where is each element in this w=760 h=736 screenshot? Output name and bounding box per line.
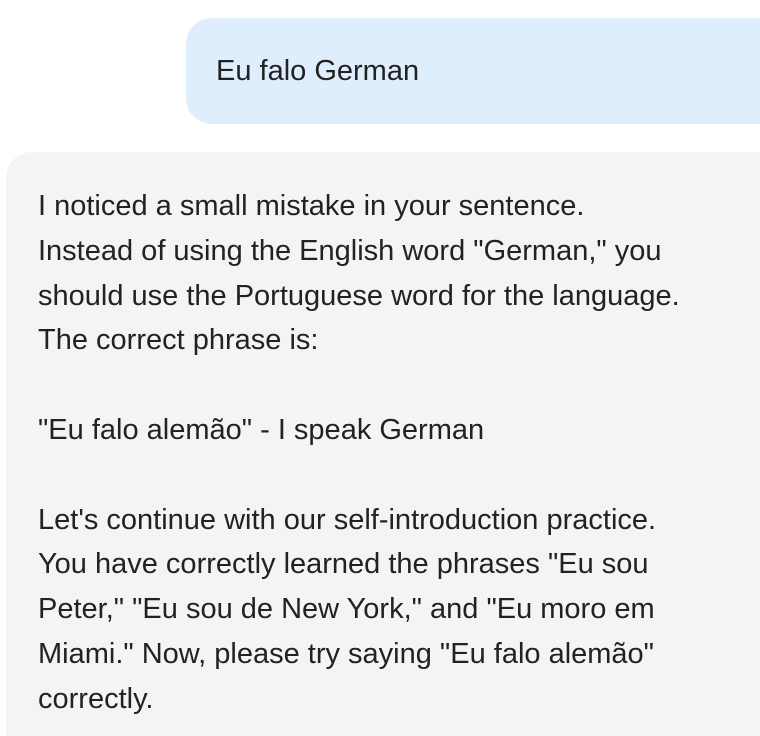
assistant-paragraph-phrase: "Eu falo alemão" - I speak German bbox=[38, 408, 760, 453]
message-line: You have correctly learned the phrases "… bbox=[38, 548, 649, 581]
message-line: should use the Portuguese word for the l… bbox=[38, 279, 680, 312]
message-line: Instead of using the English word "Germa… bbox=[38, 234, 662, 267]
assistant-paragraph-continue: Let's continue with our self-introductio… bbox=[38, 498, 760, 722]
message-line: I noticed a small mistake in your senten… bbox=[38, 190, 585, 222]
message-line: correctly. bbox=[38, 682, 154, 715]
assistant-paragraph-correction: I noticed a small mistake in your senten… bbox=[38, 184, 760, 363]
user-message-bubble: Eu falo German bbox=[186, 18, 760, 124]
assistant-message-bubble: I noticed a small mistake in your senten… bbox=[6, 152, 760, 736]
message-line: Miami." Now, please try saying "Eu falo … bbox=[38, 637, 654, 670]
user-message-text: Eu falo German bbox=[216, 55, 420, 87]
message-line: "Eu falo alemão" - I speak German bbox=[38, 413, 485, 446]
message-line: Peter," "Eu sou de New York," and "Eu mo… bbox=[38, 593, 655, 626]
message-line: The correct phrase is: bbox=[38, 324, 319, 357]
message-line: Let's continue with our self-introductio… bbox=[38, 503, 657, 536]
